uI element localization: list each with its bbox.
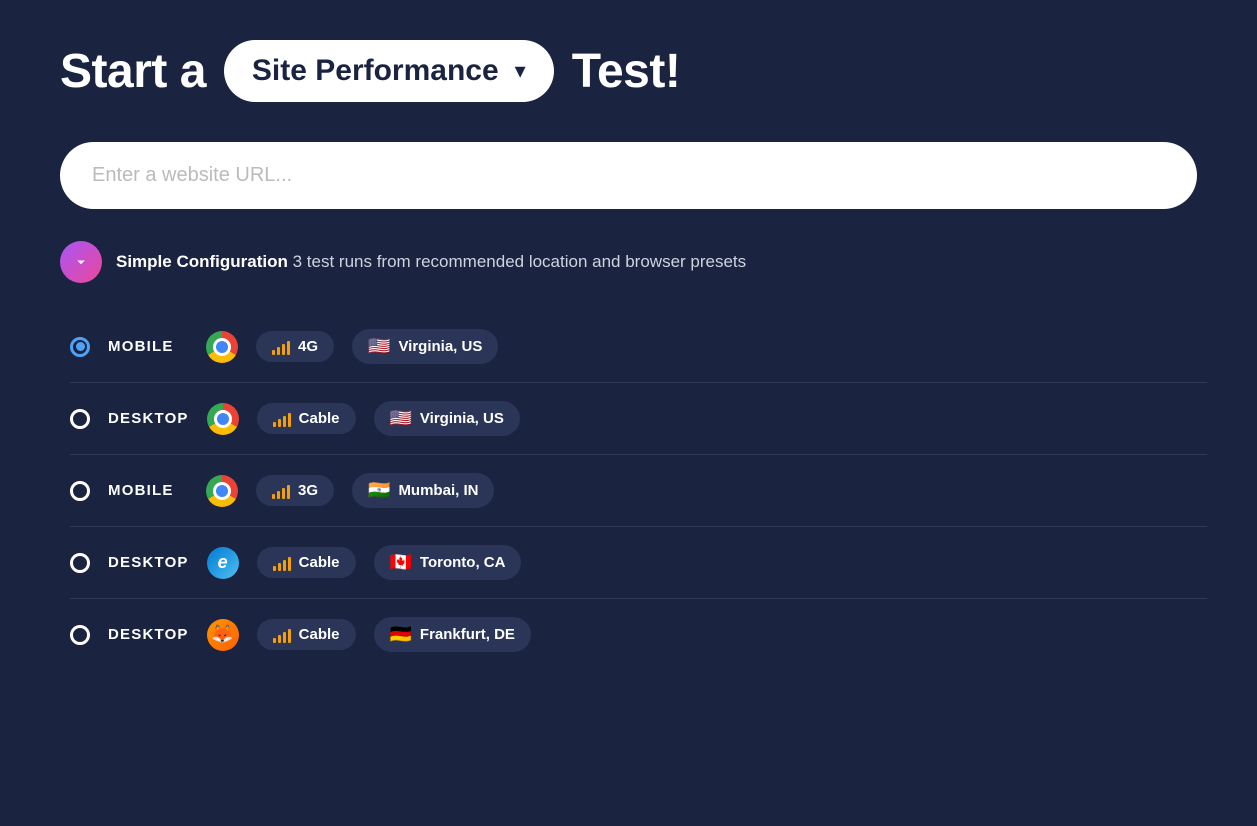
location-label: Virginia, US <box>398 338 482 355</box>
browser-icon: 🦊 <box>207 619 239 651</box>
location-badge[interactable]: 🇨🇦 Toronto, CA <box>374 545 522 580</box>
location-badge[interactable]: 🇺🇸 Virginia, US <box>374 401 520 436</box>
connection-label: 4G <box>298 338 318 355</box>
page-header: Start a Site Performance ▾ Test! <box>60 40 1197 102</box>
location-badge[interactable]: 🇮🇳 Mumbai, IN <box>352 473 494 508</box>
test-row-radio[interactable] <box>70 337 90 357</box>
test-row-radio[interactable] <box>70 481 90 501</box>
header-start-text: Start a <box>60 44 206 99</box>
test-row-device: DESKTOP <box>108 554 189 571</box>
simple-config-title: Simple Configuration <box>116 252 288 271</box>
simple-config-row: Simple Configuration 3 test runs from re… <box>60 241 1197 283</box>
connection-label: Cable <box>299 554 340 571</box>
test-list: MOBILE 4G 🇺🇸 Virginia, US DESKTOP Cable 🇺🇸 Virg… <box>70 311 1207 670</box>
test-row: MOBILE 3G 🇮🇳 Mumbai, IN <box>70 455 1207 527</box>
country-flag-icon: 🇺🇸 <box>368 336 390 357</box>
simple-config-subtitle: 3 test runs from recommended location an… <box>288 252 746 271</box>
test-row: DESKTOP Cable 🇺🇸 Virginia, US <box>70 383 1207 455</box>
location-label: Mumbai, IN <box>398 482 478 499</box>
url-input[interactable] <box>60 142 1197 209</box>
location-badge[interactable]: 🇩🇪 Frankfurt, DE <box>374 617 531 652</box>
signal-bars-icon <box>272 483 290 499</box>
chevron-down-icon <box>72 253 90 271</box>
test-row-radio[interactable] <box>70 553 90 573</box>
test-type-label: Site Performance <box>252 54 499 88</box>
test-row-device: DESKTOP <box>108 626 189 643</box>
connection-label: 3G <box>298 482 318 499</box>
location-badge[interactable]: 🇺🇸 Virginia, US <box>352 329 498 364</box>
browser-icon <box>206 475 238 507</box>
connection-label: Cable <box>299 410 340 427</box>
connection-badge[interactable]: 3G <box>256 475 334 506</box>
url-input-wrapper <box>60 142 1197 209</box>
browser-icon <box>206 331 238 363</box>
test-row: DESKTOP e Cable 🇨🇦 Toronto, CA <box>70 527 1207 599</box>
test-row-device: MOBILE <box>108 338 188 355</box>
country-flag-icon: 🇩🇪 <box>390 624 412 645</box>
chevron-down-icon: ▾ <box>515 58 526 84</box>
connection-badge[interactable]: Cable <box>257 619 356 650</box>
location-label: Frankfurt, DE <box>420 626 515 643</box>
test-row-radio[interactable] <box>70 625 90 645</box>
signal-bars-icon <box>272 339 290 355</box>
signal-bars-icon <box>273 555 291 571</box>
signal-bars-icon <box>273 627 291 643</box>
country-flag-icon: 🇮🇳 <box>368 480 390 501</box>
header-end-text: Test! <box>572 44 681 99</box>
browser-icon <box>207 403 239 435</box>
test-row: DESKTOP 🦊 Cable 🇩🇪 Frankfurt, DE <box>70 599 1207 670</box>
simple-config-description: Simple Configuration 3 test runs from re… <box>116 252 746 272</box>
connection-badge[interactable]: Cable <box>257 403 356 434</box>
simple-config-toggle[interactable] <box>60 241 102 283</box>
test-row: MOBILE 4G 🇺🇸 Virginia, US <box>70 311 1207 383</box>
country-flag-icon: 🇺🇸 <box>390 408 412 429</box>
location-label: Virginia, US <box>420 410 504 427</box>
main-container: Start a Site Performance ▾ Test! Simple … <box>60 40 1197 670</box>
browser-icon: e <box>207 547 239 579</box>
country-flag-icon: 🇨🇦 <box>390 552 412 573</box>
test-row-radio[interactable] <box>70 409 90 429</box>
location-label: Toronto, CA <box>420 554 506 571</box>
test-row-device: MOBILE <box>108 482 188 499</box>
connection-label: Cable <box>299 626 340 643</box>
signal-bars-icon <box>273 411 291 427</box>
connection-badge[interactable]: 4G <box>256 331 334 362</box>
connection-badge[interactable]: Cable <box>257 547 356 578</box>
test-type-dropdown[interactable]: Site Performance ▾ <box>224 40 554 102</box>
test-row-device: DESKTOP <box>108 410 189 427</box>
